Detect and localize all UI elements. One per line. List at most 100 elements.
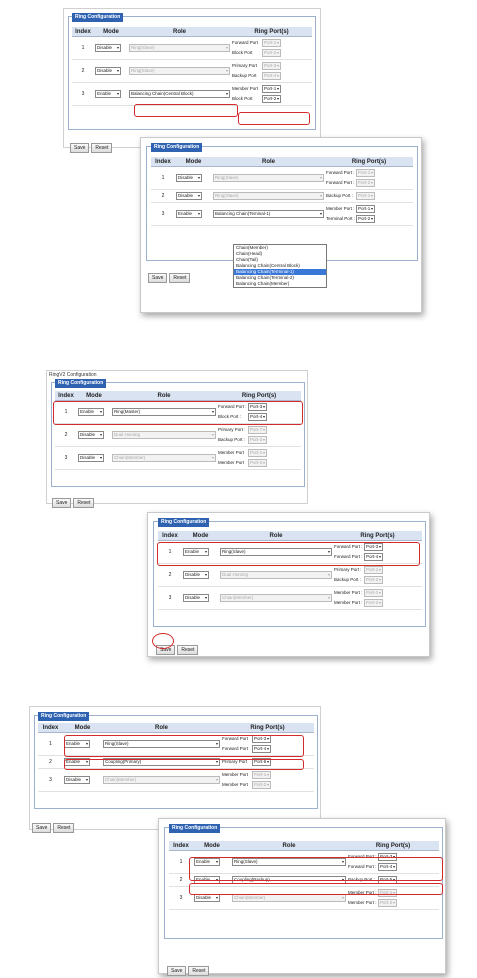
mode-select[interactable]: Disable ▾ [78,454,104,462]
port-select[interactable]: Port-2 ▾ [356,178,375,187]
port-select[interactable]: Port-3 ▾ [262,61,281,70]
save-button[interactable]: Save [32,823,52,833]
port-select[interactable]: Port-1 ▾ [364,565,383,574]
port-row: Primary Port Port-3 ▾ [232,61,311,71]
port-row: Forward Port Port-1 ▾ [232,38,311,48]
role-select[interactable]: Chain(Member) ▾ [232,894,346,902]
port-select[interactable]: Port-1 ▾ [356,191,375,200]
mode-select[interactable]: Disable ▾ [176,174,202,182]
port-select[interactable]: Port-7 ▾ [248,425,267,434]
table-row: 3 Disable ▾ Chain(Member) ▾ Member Port : Port… [158,586,422,610]
highlight-box [64,759,304,770]
role-select-value: Dual Homing [222,572,249,577]
port-select-value: Port-2 [366,576,379,582]
mode-select[interactable]: Disable ▾ [183,571,209,579]
save-button[interactable]: Save [148,273,168,283]
reset-button[interactable]: Reset [177,645,199,655]
mode-select[interactable]: Disable ▾ [194,894,220,902]
row-index: 2 [38,755,63,769]
role-select[interactable]: Dual Homing ▾ [112,431,216,439]
mode-select[interactable]: Disable ▾ [78,431,104,439]
reset-button[interactable]: Reset [91,143,113,153]
port-row: Forward Port : Port-1 ▾ [326,168,412,178]
chevron-down-icon: ▾ [266,771,269,777]
role-cell: Ring(Slave) ▾ [128,36,231,60]
ring-ports-cell: Member Port : Port-1 ▾ Terminal Port : Port-… [325,202,413,226]
reset-button[interactable]: Reset [53,823,75,833]
save-button[interactable]: Save [70,143,90,153]
table-header-row: Index Mode Role Ring Port(s) [151,157,413,167]
chevron-down-icon: ▾ [378,576,381,582]
role-select[interactable]: Chain(Member) ▾ [103,776,220,784]
port-select[interactable]: Port-1 ▾ [356,204,375,213]
row-index: 2 [158,563,182,587]
role-select[interactable]: Dual Homing ▾ [220,571,332,579]
mode-select[interactable]: Disable ▾ [64,776,90,784]
port-select[interactable]: Port-2 ▾ [364,575,383,584]
mode-select-value: Disable [80,455,96,460]
port-select-value: Port-1 [358,205,371,211]
ringv2-config-panel: RingV2 Configuration Ring Configuration … [46,370,308,508]
column-header-index: Index [169,841,193,851]
mode-cell: Disable ▾ [94,59,128,83]
role-select[interactable]: Ring(Slave) ▾ [213,174,324,182]
role-select-value: Balancing Chain(Teminal-1) [215,211,271,216]
reset-button[interactable]: Reset [169,273,191,283]
column-header-role: Role [111,391,217,401]
port-select[interactable]: Port-2 ▾ [262,94,281,103]
mode-cell: Disable ▾ [63,768,102,792]
role-select[interactable]: Chain(Member) ▾ [220,594,332,602]
port-select[interactable]: Port-1 ▾ [248,448,267,457]
role-select[interactable]: Ring(Slave) ▾ [213,192,324,200]
reset-button[interactable]: Reset [73,498,95,508]
port-select[interactable]: Port-1 ▾ [364,588,383,597]
port-select[interactable]: Port-2 ▾ [248,458,267,467]
port-select[interactable]: Port-2 ▾ [248,435,267,444]
port-select[interactable]: Port-2 ▾ [356,214,375,223]
port-select[interactable]: Port-1 ▾ [356,168,375,177]
port-select[interactable]: Port-2 ▾ [252,780,271,789]
dropdown-option[interactable]: Balancing Chain(Member) [234,281,326,287]
mode-select-value: Disable [178,175,194,180]
chevron-down-icon: ▾ [370,205,373,211]
ring-config-legend: Ring Configuration [151,143,203,152]
column-header-index: Index [151,157,175,167]
row-index: 3 [55,446,77,470]
port-row: Member Port Port-1 ▾ [218,448,300,458]
save-button[interactable]: Save [52,498,72,508]
chevron-down-icon: ▾ [116,45,119,50]
port-select[interactable]: Port-1 ▾ [262,84,281,93]
mode-select[interactable]: Disable ▾ [176,192,202,200]
port-select[interactable]: Port-2 ▾ [378,898,397,907]
reset-button[interactable]: Reset [188,966,210,976]
mode-select[interactable]: Disable ▾ [95,44,121,52]
role-select-value: Balancing Chain(Central Block) [131,91,194,96]
mode-select[interactable]: Disable ▾ [95,67,121,75]
port-label: Block Port [232,96,253,101]
mode-select-value: Disable [178,193,194,198]
port-select[interactable]: Port-2 ▾ [262,48,281,57]
role-dropdown-list[interactable]: Chain(Member) Chain(Head) Chain(Tail) Balan… [233,244,327,288]
port-row: Forward Port : Port-2 ▾ [326,178,412,188]
role-select[interactable]: Balancing Chain(Teminal-1) ▾ [213,210,324,218]
mode-select[interactable]: Enable ▾ [176,210,202,218]
role-select[interactable]: Balancing Chain(Central Block) ▾ [129,90,230,98]
mode-select[interactable]: Enable ▾ [95,90,121,98]
port-select[interactable]: Port-1 ▾ [262,38,281,47]
port-select[interactable]: Port-1 ▾ [252,770,271,779]
table-row: 3 Disable ▾ Chain(Member) ▾ Member Port Port-1… [55,446,301,470]
ring-config-legend: Ring Configuration [55,379,107,388]
save-button[interactable]: Save [167,966,187,976]
role-select[interactable]: Chain(Member) ▾ [112,454,216,462]
row-index: 3 [72,82,94,106]
port-select[interactable]: Port-2 ▾ [364,598,383,607]
port-label: Member Port : [326,206,355,211]
role-select[interactable]: Ring(Slave) ▾ [129,67,230,75]
chevron-down-icon: ▾ [276,85,279,91]
chevron-down-icon: ▾ [204,595,207,600]
mode-select[interactable]: Disable ▾ [183,594,209,602]
chevron-down-icon: ▾ [378,566,381,572]
role-select[interactable]: Ring(Slave) ▾ [129,44,230,52]
port-label: Backup Port : [334,577,362,582]
port-select[interactable]: Port-4 ▾ [262,71,281,80]
